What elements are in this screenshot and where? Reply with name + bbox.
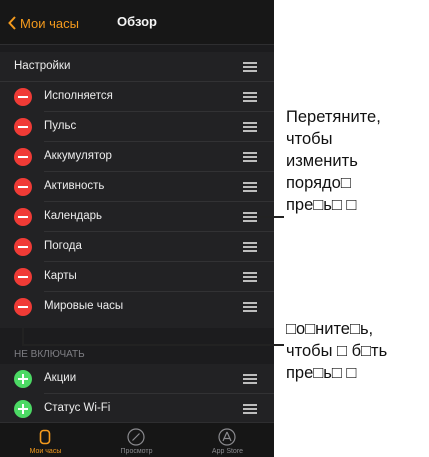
remove-icon[interactable] — [14, 88, 32, 106]
reorder-handle-icon[interactable] — [243, 404, 257, 414]
watch-app-screen: Мои часы Обзор Настройки Исполняется Пул… — [0, 0, 274, 457]
list-item: Календарь — [0, 202, 274, 232]
reorder-handle-icon[interactable] — [243, 122, 257, 132]
app-store-icon — [218, 428, 236, 446]
list-item: Статус Wi-Fi — [0, 394, 274, 424]
callout-line-remove — [22, 328, 24, 345]
list-item: Мировые часы — [0, 292, 274, 322]
remove-icon[interactable] — [14, 208, 32, 226]
list-header-row: Настройки — [0, 52, 274, 82]
remove-icon[interactable] — [14, 268, 32, 286]
tab-bar: Мои часы Просмотр App Store — [0, 422, 274, 457]
callout-text: Перетяните, — [286, 108, 381, 126]
list-item-label: Активность — [44, 180, 105, 192]
section-header-excluded: НЕ ВКЛЮЧАТЬ — [14, 349, 85, 360]
list-item: Погода — [0, 232, 274, 262]
list-item: Карты — [0, 262, 274, 292]
list-item-label: Мировые часы — [44, 300, 124, 312]
list-item-label: Погода — [44, 240, 82, 252]
callout-text: пре□ь□ □ — [286, 196, 357, 214]
settings-label: Настройки — [14, 60, 71, 72]
add-icon[interactable] — [14, 400, 32, 418]
remove-icon[interactable] — [14, 178, 32, 196]
tab-label: Просмотр — [120, 448, 153, 455]
list-item: Аккумулятор — [0, 142, 274, 172]
reorder-handle-icon[interactable] — [243, 242, 257, 252]
add-icon[interactable] — [14, 370, 32, 388]
excluded-glances-list: Акции Статус Wi-Fi — [0, 364, 274, 424]
reorder-handle-icon[interactable] — [243, 182, 257, 192]
reorder-handle-icon[interactable] — [243, 152, 257, 162]
page-title: Обзор — [117, 14, 157, 29]
callout-line-remove — [22, 344, 284, 346]
list-item: Исполняется — [0, 82, 274, 112]
list-item-label: Акции — [44, 372, 77, 384]
list-item-label: Аккумулятор — [44, 150, 112, 162]
included-glances-list: Настройки Исполняется Пульс Аккумулятор … — [0, 52, 274, 328]
callout-text: изменить — [286, 152, 358, 170]
remove-icon[interactable] — [14, 148, 32, 166]
list-item-label: Исполняется — [44, 90, 113, 102]
reorder-handle-icon[interactable] — [243, 302, 257, 312]
callout-text: чтобы □ б□ть — [286, 342, 388, 360]
list-item-label: Календарь — [44, 210, 103, 222]
remove-icon[interactable] — [14, 298, 32, 316]
remove-icon[interactable] — [14, 238, 32, 256]
reorder-handle-icon[interactable] — [243, 212, 257, 222]
reorder-handle-icon[interactable] — [243, 272, 257, 282]
navigation-bar: Мои часы Обзор — [0, 0, 274, 45]
callout-tap-to-remove: □о□ните□ь, чтобы □ б□ть пре□ь□ □ — [286, 318, 387, 384]
callout-text: □о□ните□ь, — [286, 320, 374, 338]
callout-drag-to-reorder: Перетяните, чтобы изменить порядо□ пре□ь… — [286, 106, 381, 216]
callout-text: чтобы — [286, 130, 333, 148]
list-item-label: Карты — [44, 270, 77, 282]
callout-text: пре□ь□ □ — [286, 364, 357, 382]
tab-label: App Store — [211, 448, 244, 455]
list-item-label: Пульс — [44, 120, 77, 132]
list-item: Пульс — [0, 112, 274, 142]
tab-app-store[interactable]: App Store — [182, 423, 273, 457]
compass-icon — [127, 428, 145, 446]
callout-line-drag — [258, 216, 284, 218]
remove-icon[interactable] — [14, 118, 32, 136]
watch-icon — [39, 429, 51, 445]
tab-explore[interactable]: Просмотр — [91, 423, 182, 457]
tab-label: Мои часы — [29, 448, 62, 455]
list-item: Акции — [0, 364, 274, 394]
reorder-handle-icon[interactable] — [243, 92, 257, 102]
reorder-handle-icon[interactable] — [243, 62, 257, 72]
list-item: Активность — [0, 172, 274, 202]
reorder-handle-icon[interactable] — [243, 374, 257, 384]
list-item-label: Статус Wi-Fi — [44, 402, 111, 414]
tab-my-watch[interactable]: Мои часы — [0, 423, 91, 457]
callout-text: порядо□ — [286, 174, 351, 192]
